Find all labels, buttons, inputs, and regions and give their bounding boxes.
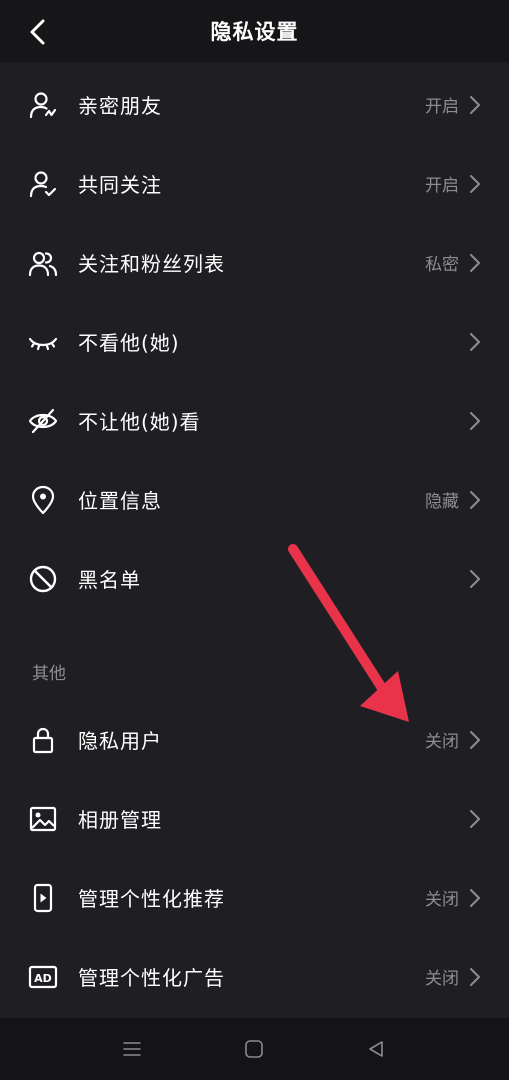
row-label: 隐私用户: [78, 729, 162, 753]
row-personalized-ads[interactable]: AD 管理个性化广告 关闭: [0, 937, 509, 1016]
block-icon: [27, 563, 59, 595]
row-close-friends[interactable]: 亲密朋友 开启: [0, 65, 509, 144]
chevron-right-icon: [467, 411, 483, 431]
privacy-settings-screen: 隐私设置 亲密朋友 开启 共同关注 开启 关注和粉丝列表 私密 不看他(她) 不…: [0, 0, 509, 1080]
row-label: 黑名单: [78, 568, 141, 592]
chevron-left-icon: [30, 19, 45, 45]
svg-text:AD: AD: [34, 972, 52, 985]
chevron-right-icon: [467, 332, 483, 352]
row-mutual-follow[interactable]: 共同关注 开启: [0, 144, 509, 223]
row-not-see-them[interactable]: 不看他(她): [0, 302, 509, 381]
page-title: 隐私设置: [210, 20, 299, 44]
closed-eye-icon: [27, 326, 59, 358]
section-header-other: 其他: [32, 664, 66, 684]
row-follow-fans-list[interactable]: 关注和粉丝列表 私密: [0, 223, 509, 302]
row-album-management[interactable]: 相册管理: [0, 779, 509, 858]
row-label: 相册管理: [78, 808, 162, 832]
row-value: 关闭: [425, 969, 459, 989]
phone-play-icon: [27, 882, 59, 914]
chevron-right-icon: [467, 967, 483, 987]
row-label: 共同关注: [78, 173, 162, 197]
row-label: 不让他(她)看: [78, 410, 201, 434]
row-label: 亲密朋友: [78, 94, 162, 118]
chevron-right-icon: [467, 888, 483, 908]
row-private-account[interactable]: 隐私用户 关闭: [0, 700, 509, 779]
row-label: 管理个性化推荐: [78, 887, 225, 911]
chevron-right-icon: [467, 569, 483, 589]
location-pin-icon: [27, 484, 59, 516]
row-value: 私密: [425, 255, 459, 275]
header-bar: 隐私设置: [0, 0, 509, 62]
row-blacklist[interactable]: 黑名单: [0, 539, 509, 618]
chevron-right-icon: [467, 253, 483, 273]
row-label: 关注和粉丝列表: [78, 252, 225, 276]
chevron-right-icon: [467, 809, 483, 829]
ad-icon: AD: [27, 961, 59, 993]
row-value: 关闭: [425, 890, 459, 910]
lock-icon: [27, 724, 59, 756]
user-heart-icon: [27, 89, 59, 121]
eye-off-icon: [27, 405, 59, 437]
row-value: 关闭: [425, 732, 459, 752]
row-label: 管理个性化广告: [78, 966, 225, 990]
row-value: 隐藏: [425, 492, 459, 512]
row-hide-from-them[interactable]: 不让他(她)看: [0, 381, 509, 460]
back-button[interactable]: [22, 16, 54, 48]
menu-icon[interactable]: [115, 1032, 149, 1066]
row-label: 位置信息: [78, 489, 162, 513]
chevron-right-icon: [467, 95, 483, 115]
chevron-right-icon: [467, 730, 483, 750]
row-value: 开启: [425, 97, 459, 117]
row-location-info[interactable]: 位置信息 隐藏: [0, 460, 509, 539]
row-value: 开启: [425, 176, 459, 196]
user-check-icon: [27, 168, 59, 200]
image-icon: [27, 803, 59, 835]
chevron-right-icon: [467, 490, 483, 510]
system-navbar: [0, 1018, 509, 1080]
home-square-icon[interactable]: [237, 1032, 271, 1066]
chevron-right-icon: [467, 174, 483, 194]
users-icon: [27, 247, 59, 279]
back-triangle-icon[interactable]: [359, 1032, 393, 1066]
row-personalized-recommendation[interactable]: 管理个性化推荐 关闭: [0, 858, 509, 937]
row-label: 不看他(她): [78, 331, 180, 355]
